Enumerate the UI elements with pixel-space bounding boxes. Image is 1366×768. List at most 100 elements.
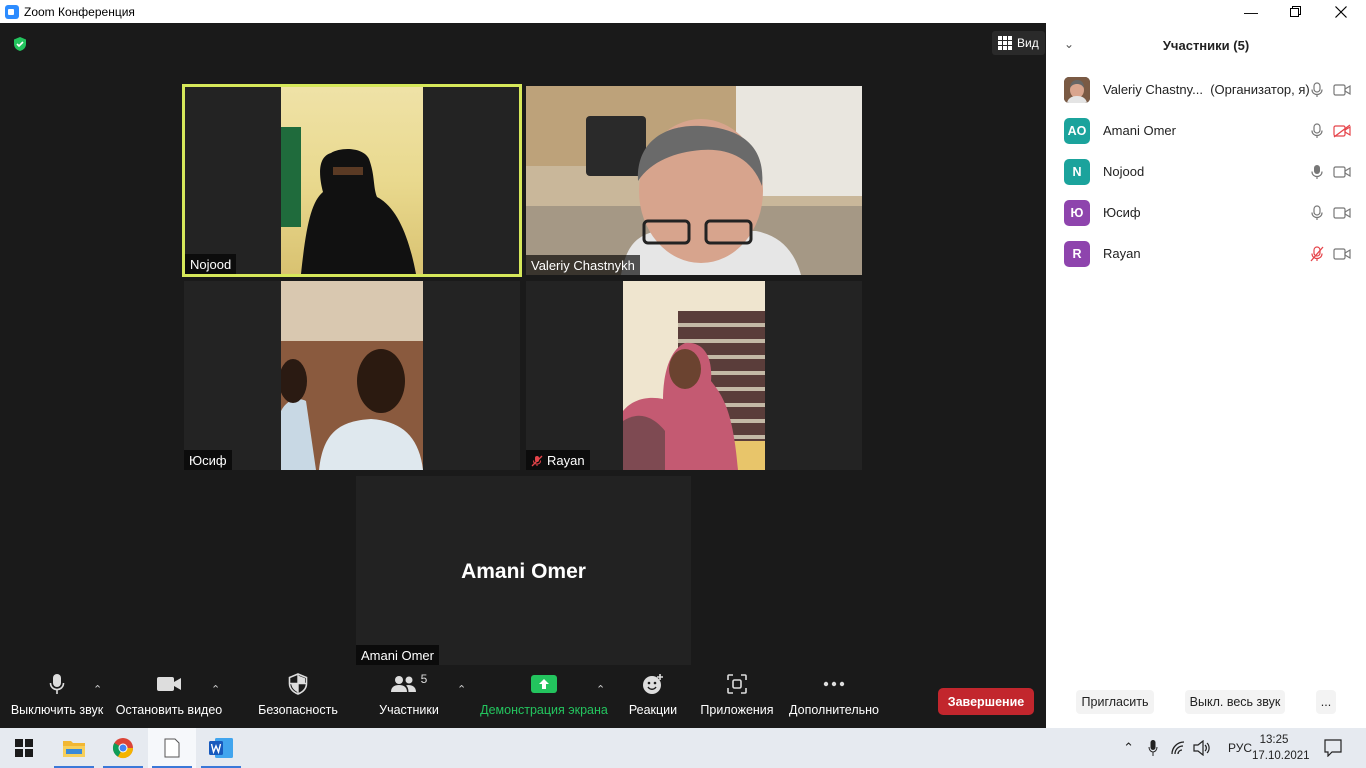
meeting-toolbar: Выключить звук ⌃ Остановить видео ⌃ Безо… [0, 665, 1046, 728]
language-indicator[interactable]: РУС [1228, 741, 1252, 755]
muted-mic-icon[interactable] [1310, 245, 1324, 262]
reaction-emoji-icon [643, 674, 663, 694]
participants-button[interactable]: 5 Участники [370, 665, 448, 728]
microphone-icon[interactable] [1310, 122, 1324, 139]
mute-button[interactable]: Выключить звук [8, 665, 106, 728]
grid-icon [998, 36, 1012, 50]
video-feed [281, 281, 423, 470]
participant-name-display: Amani Omer [461, 560, 586, 583]
windows-logo-icon [15, 739, 33, 757]
video-feed [526, 86, 862, 275]
participants-icon [390, 676, 416, 692]
view-label: Вид [1017, 36, 1039, 50]
folder-icon [63, 741, 85, 757]
video-feed [623, 281, 765, 470]
tile-name-label: Amani Omer [356, 645, 439, 665]
avatar: R [1064, 240, 1090, 267]
microphone-icon[interactable] [1310, 164, 1324, 180]
video-off-icon[interactable] [1333, 123, 1351, 138]
tile-name-label: Юсиф [184, 450, 232, 470]
video-options-caret[interactable]: ⌃ [211, 683, 220, 696]
video-tile-rayan[interactable]: Rayan [526, 281, 862, 470]
chevron-up-icon[interactable]: ⌃ [1123, 740, 1134, 756]
close-button[interactable] [1318, 0, 1364, 23]
taskbar-word[interactable] [197, 728, 245, 768]
reactions-button[interactable]: Реакции [624, 665, 682, 728]
microphone-icon[interactable] [1310, 204, 1324, 221]
notification-icon[interactable] [1324, 739, 1342, 757]
security-button[interactable]: Безопасность [258, 665, 338, 728]
participant-row[interactable]: Ю Юсиф [1046, 192, 1366, 233]
window-title: Zoom Конференция [24, 4, 135, 19]
clock-date: 17.10.2021 [1252, 750, 1310, 762]
video-tile-amani[interactable]: Amani Omer Amani Omer [356, 476, 691, 665]
chrome-icon [112, 738, 134, 759]
more-dots-icon [823, 681, 845, 687]
video-camera-icon[interactable] [1333, 206, 1351, 220]
participant-row[interactable]: AO Amani Omer [1046, 110, 1366, 151]
tile-name-label: Nojood [185, 254, 237, 274]
participant-name: Nojood [1103, 164, 1145, 179]
document-icon [164, 738, 180, 758]
view-button[interactable]: Вид [992, 31, 1045, 55]
taskbar-clock[interactable]: 13:25 17.10.2021 [1252, 732, 1310, 764]
participant-row[interactable]: Valeriy Chastny... (Организатор, я) [1046, 69, 1366, 110]
video-tile-yusif[interactable]: Юсиф [184, 281, 520, 470]
participants-count: 5 [420, 672, 428, 686]
word-icon [209, 738, 233, 758]
zoom-app-icon [5, 4, 19, 19]
muted-mic-icon [531, 455, 543, 466]
title-bar: Zoom Конференция — [0, 0, 1366, 23]
video-camera-icon[interactable] [1333, 165, 1351, 179]
security-shield-icon[interactable] [12, 36, 28, 52]
avatar: AO [1064, 117, 1090, 144]
taskbar-file-explorer[interactable] [50, 728, 98, 768]
video-camera-icon[interactable] [1333, 247, 1351, 261]
participant-name: Rayan [1103, 246, 1141, 261]
restore-button[interactable] [1272, 0, 1318, 23]
video-tile-valeriy[interactable]: Valeriy Chastnykh [526, 86, 862, 275]
video-camera-icon [157, 677, 181, 691]
avatar [1064, 76, 1090, 103]
share-options-caret[interactable]: ⌃ [596, 683, 605, 696]
participant-role: (Организатор, я) [1210, 82, 1310, 97]
participant-row[interactable]: N Nojood [1046, 151, 1366, 192]
speaker-icon[interactable] [1193, 740, 1211, 756]
shield-icon [288, 673, 308, 695]
end-meeting-button[interactable]: Завершение [938, 688, 1034, 715]
participant-name: Amani Omer [1103, 123, 1176, 138]
participants-panel: ⌄ Участники (5) Valeriy Chastny... (Орга… [1046, 23, 1366, 728]
tile-name-label: Rayan [526, 450, 590, 470]
share-screen-icon [531, 675, 557, 693]
mute-all-button[interactable]: Выкл. весь звук [1185, 690, 1285, 714]
avatar: Ю [1064, 199, 1090, 226]
participant-name: Юсиф [1103, 205, 1141, 220]
participant-row[interactable]: R Rayan [1046, 233, 1366, 274]
video-feed [281, 87, 423, 274]
microphone-icon [49, 674, 65, 694]
taskbar: ⌃ РУС 13:25 17.10.2021 [0, 728, 1366, 768]
apps-icon [727, 674, 747, 694]
avatar: N [1064, 158, 1090, 185]
stop-video-button[interactable]: Остановить видео [116, 665, 222, 728]
video-camera-icon[interactable] [1333, 83, 1351, 97]
participants-options-caret[interactable]: ⌃ [457, 683, 466, 696]
panel-more-button[interactable]: ... [1316, 690, 1336, 714]
panel-title: Участники (5) [1162, 37, 1250, 53]
microphone-icon[interactable] [1148, 739, 1158, 757]
taskbar-notepad[interactable] [148, 728, 196, 768]
invite-button[interactable]: Пригласить [1076, 690, 1154, 714]
taskbar-chrome[interactable] [99, 728, 147, 768]
start-button[interactable] [0, 728, 48, 768]
tile-name-label: Valeriy Chastnykh [526, 255, 640, 275]
microphone-icon[interactable] [1310, 81, 1324, 98]
more-button[interactable]: Дополнительно [788, 665, 880, 728]
participant-name: Valeriy Chastny... [1103, 82, 1203, 97]
minimize-button[interactable]: — [1228, 0, 1274, 23]
share-screen-button[interactable]: Демонстрация экрана [478, 665, 610, 728]
video-tile-nojood[interactable]: Nojood [182, 84, 522, 277]
audio-options-caret[interactable]: ⌃ [93, 683, 102, 696]
wifi-icon[interactable] [1170, 741, 1186, 755]
clock-time: 13:25 [1259, 734, 1289, 746]
apps-button[interactable]: Приложения [698, 665, 776, 728]
